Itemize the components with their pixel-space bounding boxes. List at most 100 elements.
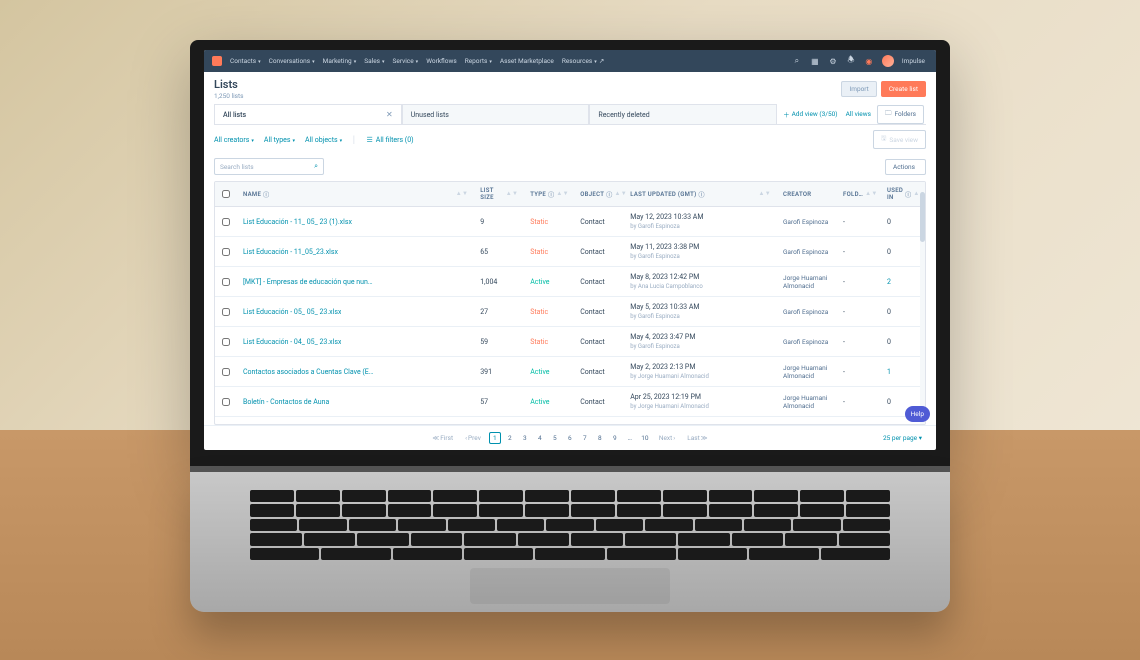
sort-icon[interactable]: ▲▼ (506, 192, 518, 196)
avatar[interactable] (882, 55, 894, 67)
help-icon[interactable]: ⓘ (548, 190, 554, 199)
list-name-link[interactable]: [MKT] - Empresas de educación que nun… (243, 278, 373, 286)
list-name-link[interactable]: List Educación - 04_ 05_ 23.xlsx (243, 338, 341, 346)
nav-item-sales[interactable]: Sales (364, 57, 384, 65)
nav-item-conversations[interactable]: Conversations (269, 57, 315, 65)
folder-cell: - (837, 387, 881, 416)
help-icon[interactable]: ⓘ (263, 190, 269, 199)
nav-item-contacts[interactable]: Contacts (230, 57, 261, 65)
tab-label: Recently deleted (598, 111, 649, 119)
help-icon[interactable]: ⓘ (905, 190, 911, 199)
per-page-dropdown[interactable]: 25 per page ▾ (883, 434, 922, 442)
settings-icon[interactable]: ⚙ (828, 56, 838, 66)
filter-objects[interactable]: All objects (305, 136, 342, 144)
row-checkbox[interactable] (222, 308, 230, 316)
search-box: ⌕ (214, 158, 324, 175)
list-name-link[interactable]: List Educación - 11_05_23.xlsx (243, 248, 338, 256)
sort-icon[interactable]: ▲▼ (556, 192, 568, 196)
page-number[interactable]: 3 (519, 432, 531, 444)
list-size: 65 (474, 237, 524, 266)
all-views-link[interactable]: All views (846, 110, 871, 118)
page-number[interactable]: 8 (594, 432, 606, 444)
page-number[interactable]: 10 (639, 432, 651, 444)
add-view-button[interactable]: ＋ Add view (3/50) (783, 109, 840, 119)
nav-item-marketing[interactable]: Marketing (323, 57, 357, 65)
used-in-count[interactable]: 2 (887, 278, 891, 286)
page-number[interactable]: … (624, 432, 636, 444)
help-icon[interactable]: ⓘ (606, 190, 612, 199)
page-number[interactable]: 1 (489, 432, 501, 444)
col-folder[interactable]: FOLD…▲▼ (837, 182, 881, 206)
search-icon[interactable]: ⌕ (792, 56, 802, 66)
list-name-link[interactable]: List Educación - 05_ 05_ 23.xlsx (243, 308, 341, 316)
page-number[interactable]: 9 (609, 432, 621, 444)
nav-item-workflows[interactable]: Workflows (426, 57, 457, 65)
notifications-icon[interactable]: 🕭 (846, 56, 856, 66)
row-checkbox[interactable] (222, 248, 230, 256)
col-object[interactable]: OBJECT ⓘ▲▼ (574, 182, 624, 206)
nav-item-reports[interactable]: Reports (465, 57, 492, 65)
first-page-button[interactable]: ≪ First (428, 432, 457, 444)
top-nav: Contacts Conversations Marketing Sales Servi… (204, 50, 936, 72)
col-creator[interactable]: CREATOR (777, 182, 837, 206)
close-icon[interactable]: ✕ (386, 110, 393, 119)
list-name-link[interactable]: Contactos asociados a Cuentas Clave (E… (243, 368, 373, 376)
list-type: Active (530, 398, 549, 406)
list-type: Active (530, 368, 549, 376)
table-row: Boletín - Contactos de Auna 57 Active Co… (215, 387, 925, 417)
row-checkbox[interactable] (222, 368, 230, 376)
col-usedin[interactable]: USED IN ⓘ▲▼ (881, 182, 925, 206)
chat-icon[interactable]: ◉ (864, 56, 874, 66)
sort-icon[interactable]: ▲▼ (759, 192, 771, 196)
nav-item-resources[interactable]: Resources ↗ (562, 57, 604, 65)
sort-icon[interactable]: ▲▼ (456, 192, 468, 196)
tab-unused-lists[interactable]: Unused lists (402, 104, 590, 124)
save-view-button[interactable]: 🖫 Save view (873, 130, 926, 149)
filter-creators[interactable]: All creators (214, 136, 254, 144)
table-header: NAME ⓘ▲▼ LIST SIZE▲▼ TYPE ⓘ▲▼ OBJECT ⓘ▲▼… (215, 182, 925, 207)
col-name[interactable]: NAME ⓘ▲▼ (237, 182, 474, 206)
page-number[interactable]: 7 (579, 432, 591, 444)
page-number[interactable]: 4 (534, 432, 546, 444)
calendar-icon[interactable]: ▦ (810, 56, 820, 66)
search-input[interactable] (220, 163, 310, 171)
trackpad (470, 568, 670, 604)
col-type[interactable]: TYPE ⓘ▲▼ (524, 182, 574, 206)
account-switcher[interactable]: Impulse (902, 57, 928, 65)
folders-button[interactable]: 🗀 Folders (877, 105, 924, 124)
page-number[interactable]: 5 (549, 432, 561, 444)
import-button[interactable]: Import (841, 81, 876, 97)
row-checkbox[interactable] (222, 338, 230, 346)
create-list-button[interactable]: Create list (881, 81, 926, 97)
sort-icon[interactable]: ▲▼ (865, 192, 877, 196)
list-object: Contact (574, 357, 624, 386)
tab-all-lists[interactable]: All lists ✕ (214, 104, 402, 124)
col-updated[interactable]: LAST UPDATED (GMT) ⓘ▲▼ (624, 182, 777, 206)
scrollbar-thumb[interactable] (920, 192, 925, 242)
list-name-link[interactable]: Boletín - Contactos de Auna (243, 398, 329, 406)
row-checkbox[interactable] (222, 398, 230, 406)
used-in-count[interactable]: 1 (887, 368, 891, 376)
page-number[interactable]: 6 (564, 432, 576, 444)
prev-page-button[interactable]: ‹ Prev (461, 432, 485, 444)
actions-dropdown[interactable]: Actions (885, 159, 926, 175)
nav-item-service[interactable]: Service (393, 57, 419, 65)
search-icon[interactable]: ⌕ (314, 162, 318, 171)
last-page-button[interactable]: Last ≫ (683, 432, 711, 444)
filter-types[interactable]: All types (264, 136, 295, 144)
select-all-checkbox[interactable] (222, 190, 230, 198)
help-icon[interactable]: ⓘ (699, 190, 705, 199)
help-button[interactable]: Help (905, 406, 930, 422)
next-page-button[interactable]: Next › (655, 432, 679, 444)
col-size[interactable]: LIST SIZE▲▼ (474, 182, 524, 206)
row-checkbox[interactable] (222, 218, 230, 226)
updated-by: by Jorge Huamani Almonacid (630, 373, 709, 380)
row-checkbox[interactable] (222, 278, 230, 286)
list-name-link[interactable]: List Educación - 11_ 05_ 23 (1).xlsx (243, 218, 352, 226)
page-number[interactable]: 2 (504, 432, 516, 444)
hubspot-logo-icon[interactable] (212, 56, 222, 66)
tab-recently-deleted[interactable]: Recently deleted (589, 104, 777, 124)
all-filters-button[interactable]: ☰ All filters (0) (367, 136, 414, 144)
nav-item-asset-marketplace[interactable]: Asset Marketplace (500, 57, 554, 65)
page-header: Lists 1,250 lists Import Create list (204, 72, 936, 104)
